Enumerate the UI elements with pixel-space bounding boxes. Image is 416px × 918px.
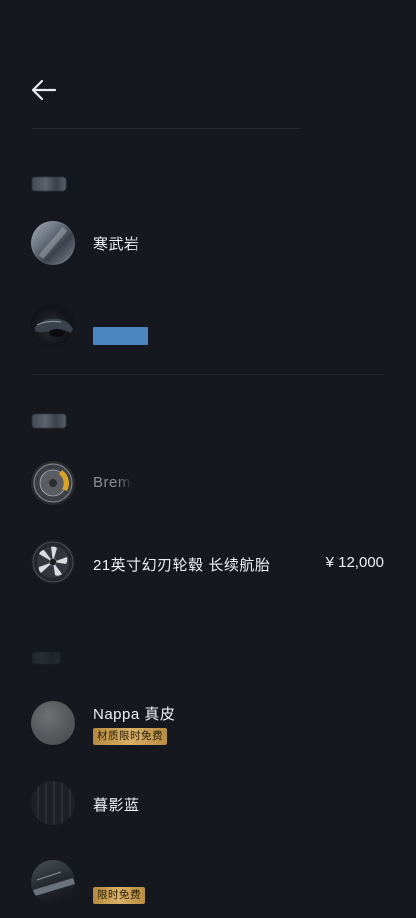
option-price: ¥ 12,000 [325, 554, 384, 571]
paint-highlight-icon [38, 227, 68, 259]
option-row-exterior-2[interactable] [0, 290, 416, 360]
interior-photo-thumb [31, 860, 75, 904]
paint-swatch-thumb [31, 221, 75, 265]
car-interior-icon [33, 871, 75, 896]
back-button[interactable] [28, 74, 60, 106]
option-label: 21英寸幻刃轮毂 长续航胎 [93, 557, 271, 574]
option-label: 暮影蓝 [93, 797, 140, 814]
leather-swatch-thumb [31, 701, 75, 745]
brembo-caliper-icon [33, 463, 73, 503]
option-row-wheel-1[interactable]: Brem [0, 448, 416, 518]
bladed-wheel-thumb [31, 540, 75, 584]
option-label: Brem [93, 474, 131, 491]
section-title-wheels [32, 414, 66, 428]
header-divider [32, 128, 300, 129]
top-bar [0, 0, 416, 128]
option-row-wheel-2[interactable]: 21英寸幻刃轮毂 长续航胎 ¥ 12,000 [0, 527, 416, 597]
promo-badge: 材质限时免费 [93, 728, 167, 745]
option-row-interior-1[interactable]: Nappa 真皮 材质限时免费 [0, 690, 416, 760]
option-row-exterior-1[interactable]: 寒武岩 [0, 208, 416, 278]
option-row-interior-3[interactable]: 限时免费 [0, 848, 416, 918]
option-label: Nappa 真皮 [93, 706, 176, 723]
option-row-interior-2[interactable]: 暮影蓝 [0, 768, 416, 838]
section-divider-1 [32, 374, 384, 375]
promo-badge: 限时免费 [93, 887, 145, 904]
arrow-left-icon [31, 79, 57, 101]
blue-tag [93, 327, 148, 345]
car-body-icon [35, 318, 73, 337]
seat-color-thumb [31, 781, 75, 825]
brake-wheel-thumb [31, 461, 75, 505]
bladed-wheel-icon [32, 541, 74, 583]
option-label: 寒武岩 [93, 236, 140, 253]
car-detail-thumb [31, 303, 75, 347]
section-title-interior [32, 652, 60, 664]
section-title-exterior [32, 177, 66, 191]
